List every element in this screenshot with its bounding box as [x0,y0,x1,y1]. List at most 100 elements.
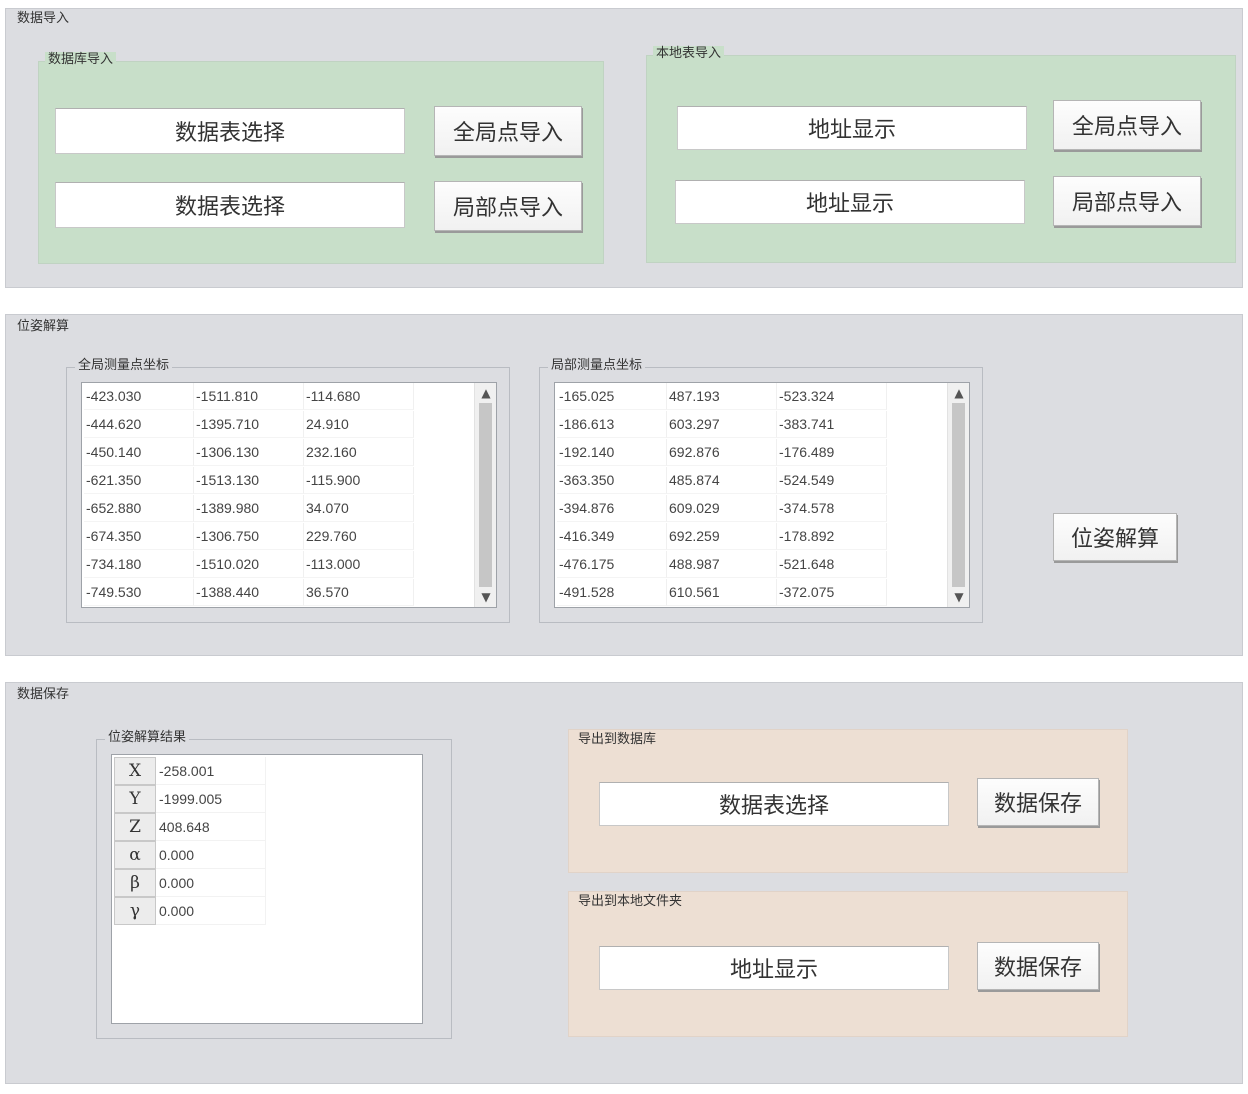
data-save-title: 数据保存 [14,687,73,703]
list-item[interactable]: -476.175 488.987 -521.648 [557,551,887,578]
result-label: Z [114,813,156,841]
list-item[interactable]: -192.140 692.876 -176.489 [557,439,887,466]
scroll-thumb[interactable] [479,403,492,587]
db-global-import-button[interactable]: 全局点导入 [434,106,582,156]
list-item[interactable]: -674.350 -1306.750 229.760 [84,523,414,550]
list-item[interactable]: -749.530 -1388.440 36.570 [84,579,414,606]
database-import-group: 数据库导入 数据表选择 全局点导入 数据表选择 局部点导入 [38,52,604,264]
coordinate-cell: -1513.130 [194,467,304,494]
coordinate-cell: -186.613 [557,411,667,438]
db-table-select-field-1[interactable]: 数据表选择 [55,108,405,154]
list-item[interactable]: -621.350 -1513.130 -115.900 [84,467,414,494]
coordinate-cell: 485.874 [667,467,777,494]
coordinate-cell: -476.175 [557,551,667,578]
database-import-title: 数据库导入 [45,52,117,68]
local-points-list[interactable]: -165.025 487.193 -523.324 -186.613 603.297 -3… [554,382,970,608]
pose-solve-button[interactable]: 位姿解算 [1053,513,1177,561]
coordinate-cell: 34.070 [304,495,414,522]
coordinate-cell: -374.578 [777,495,887,522]
pose-solve-panel: 位姿解算 全局测量点坐标 -423.030 -1511.810 -114.680 -4… [5,314,1243,656]
coordinate-cell: -524.549 [777,467,887,494]
list-item[interactable]: -165.025 487.193 -523.324 [557,383,887,410]
result-label: β [114,869,156,897]
coordinate-cell: -176.489 [777,439,887,466]
coordinate-cell: -1389.980 [194,495,304,522]
coordinate-cell: -383.741 [777,411,887,438]
export-db-table-select-field[interactable]: 数据表选择 [599,782,949,826]
coordinate-cell: 488.987 [667,551,777,578]
global-points-title: 全局测量点坐标 [75,358,173,374]
list-item[interactable]: -450.140 -1306.130 232.160 [84,439,414,466]
coordinate-cell: -450.140 [84,439,194,466]
table-row: Z 408.648 [114,813,266,841]
local-address-field-2[interactable]: 地址显示 [675,180,1025,224]
list-item[interactable]: -416.349 692.259 -178.892 [557,523,887,550]
result-value: -258.001 [156,757,266,785]
export-database-title: 导出到数据库 [575,732,660,748]
coordinate-cell: 232.160 [304,439,414,466]
local-points-title: 局部测量点坐标 [548,358,646,374]
list-item[interactable]: -491.528 610.561 -372.075 [557,579,887,606]
data-import-title: 数据导入 [14,11,73,27]
result-label: γ [114,897,156,925]
coordinate-cell: -114.680 [304,383,414,410]
scroll-up-icon[interactable]: ▲ [475,384,496,402]
list-item[interactable]: -444.620 -1395.710 24.910 [84,411,414,438]
table-row: β 0.000 [114,869,266,897]
coordinate-cell: -1395.710 [194,411,304,438]
local-points-group: 局部测量点坐标 -165.025 487.193 -523.324 -186.613 6… [539,358,983,623]
coordinate-cell: -372.075 [777,579,887,606]
coordinate-cell: -1510.020 [194,551,304,578]
coordinate-cell: 692.876 [667,439,777,466]
export-local-group: 导出到本地文件夹 地址显示 数据保存 [568,891,1128,1037]
coordinate-cell: -192.140 [557,439,667,466]
coordinate-cell: -178.892 [777,523,887,550]
coordinate-cell: -749.530 [84,579,194,606]
result-label: X [114,757,156,785]
coordinate-cell: -444.620 [84,411,194,438]
local-table-import-group: 本地表导入 地址显示 全局点导入 地址显示 局部点导入 [646,46,1236,263]
result-value: 0.000 [156,897,266,925]
scroll-up-icon[interactable]: ▲ [948,384,969,402]
result-group: 位姿解算结果 X -258.001 Y -1999.005 Z 408.648 α 0.000… [96,730,452,1039]
coordinate-cell: -491.528 [557,579,667,606]
coordinate-cell: -652.880 [84,495,194,522]
local-global-import-button[interactable]: 全局点导入 [1053,100,1201,150]
coordinate-cell: -1306.750 [194,523,304,550]
coordinate-cell: -621.350 [84,467,194,494]
scroll-thumb[interactable] [952,403,965,587]
list-item[interactable]: -734.180 -1510.020 -113.000 [84,551,414,578]
coordinate-cell: 609.029 [667,495,777,522]
result-value: 0.000 [156,841,266,869]
list-item[interactable]: -423.030 -1511.810 -114.680 [84,383,414,410]
local-local-import-button[interactable]: 局部点导入 [1053,176,1201,226]
export-db-save-button[interactable]: 数据保存 [977,778,1099,826]
coordinate-cell: -165.025 [557,383,667,410]
coordinate-cell: -115.900 [304,467,414,494]
coordinate-cell: 487.193 [667,383,777,410]
list-item[interactable]: -394.876 609.029 -374.578 [557,495,887,522]
table-row: Y -1999.005 [114,785,266,813]
local-points-scrollbar[interactable]: ▲ ▼ [947,383,969,607]
table-row: X -258.001 [114,757,266,785]
global-points-scrollbar[interactable]: ▲ ▼ [474,383,496,607]
db-table-select-field-2[interactable]: 数据表选择 [55,182,405,228]
result-label: α [114,841,156,869]
global-points-group: 全局测量点坐标 -423.030 -1511.810 -114.680 -444.62… [66,358,510,623]
list-item[interactable]: -652.880 -1389.980 34.070 [84,495,414,522]
scroll-down-icon[interactable]: ▼ [475,588,496,606]
global-points-list[interactable]: -423.030 -1511.810 -114.680 -444.620 -1395.7… [81,382,497,608]
coordinate-cell: -113.000 [304,551,414,578]
local-table-import-title: 本地表导入 [653,46,725,62]
list-item[interactable]: -186.613 603.297 -383.741 [557,411,887,438]
coordinate-cell: -394.876 [557,495,667,522]
scroll-down-icon[interactable]: ▼ [948,588,969,606]
local-address-field-1[interactable]: 地址显示 [677,106,1027,150]
export-local-save-button[interactable]: 数据保存 [977,942,1099,990]
result-label: Y [114,785,156,813]
db-local-import-button[interactable]: 局部点导入 [434,181,582,231]
export-local-address-field[interactable]: 地址显示 [599,946,949,990]
coordinate-cell: 229.760 [304,523,414,550]
list-item[interactable]: -363.350 485.874 -524.549 [557,467,887,494]
result-value: 408.648 [156,813,266,841]
